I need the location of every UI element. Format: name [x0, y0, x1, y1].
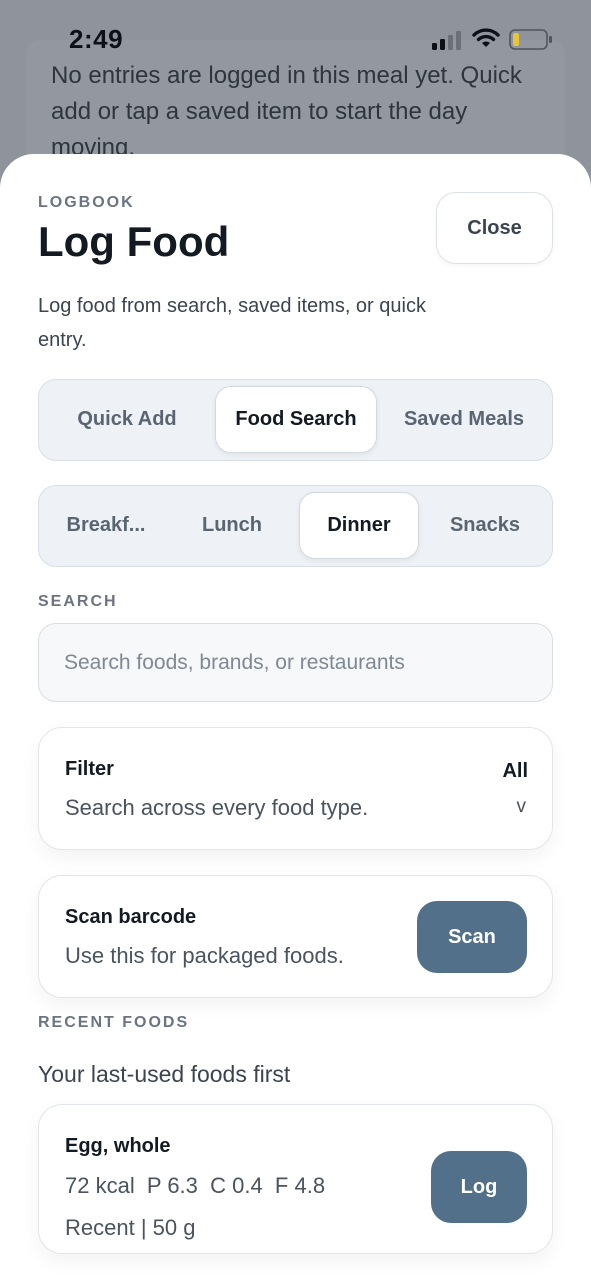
wifi-icon — [472, 28, 500, 47]
tab-quick-add[interactable]: Quick Add — [47, 386, 207, 453]
filter-value[interactable]: All — [502, 760, 528, 783]
food-name: Egg, whole — [65, 1135, 171, 1157]
tab-dinner[interactable]: Dinner — [299, 492, 419, 559]
log-button[interactable]: Log — [431, 1151, 527, 1223]
sheet-eyebrow: LOGBOOK — [38, 194, 135, 211]
status-bar: 2:49 — [0, 0, 591, 70]
food-meta: Recent | 50 g — [65, 1215, 196, 1240]
search-field — [38, 623, 553, 702]
scan-barcode-card: Scan barcode Use this for packaged foods… — [38, 875, 553, 998]
meal-tabs: Breakf... Lunch Dinner Snacks — [38, 485, 553, 567]
log-food-sheet: LOGBOOK Log Food Close Log food from sea… — [0, 154, 591, 1280]
search-section-label: SEARCH — [38, 593, 118, 610]
tab-food-search[interactable]: Food Search — [215, 386, 377, 453]
list-item[interactable]: Egg, whole 72 kcal P 6.3 C 0.4 F 4.8 Rec… — [38, 1104, 553, 1254]
search-input[interactable] — [39, 624, 552, 701]
close-button[interactable]: Close — [436, 192, 553, 264]
filter-card[interactable]: Filter Search across every food type. Al… — [38, 727, 553, 850]
food-macros: 72 kcal P 6.3 C 0.4 F 4.8 — [65, 1173, 326, 1198]
page-title: Log Food — [38, 218, 230, 265]
status-time: 2:49 — [69, 24, 124, 54]
tab-lunch[interactable]: Lunch — [169, 492, 295, 559]
tab-snacks[interactable]: Snacks — [423, 492, 547, 559]
scan-button[interactable]: Scan — [417, 901, 527, 973]
chevron-down-icon[interactable]: v — [517, 796, 527, 818]
sheet-subtitle: Log food from search, saved items, or qu… — [38, 295, 426, 351]
tab-breakfast[interactable]: Breakf... — [47, 492, 165, 559]
scan-title: Scan barcode — [65, 906, 197, 928]
filter-description: Search across every food type. — [65, 795, 369, 820]
recent-foods-subtitle: Your last-used foods first — [38, 1061, 291, 1087]
battery-icon — [509, 29, 552, 50]
signal-icon — [432, 31, 461, 50]
filter-title: Filter — [65, 758, 114, 780]
recent-foods-label: RECENT FOODS — [38, 1014, 190, 1031]
scan-description: Use this for packaged foods. — [65, 943, 344, 968]
empty-meal-message: No entries are logged in this meal yet. … — [51, 62, 522, 161]
tab-saved-meals[interactable]: Saved Meals — [383, 386, 545, 453]
mode-tabs: Quick Add Food Search Saved Meals — [38, 379, 553, 461]
